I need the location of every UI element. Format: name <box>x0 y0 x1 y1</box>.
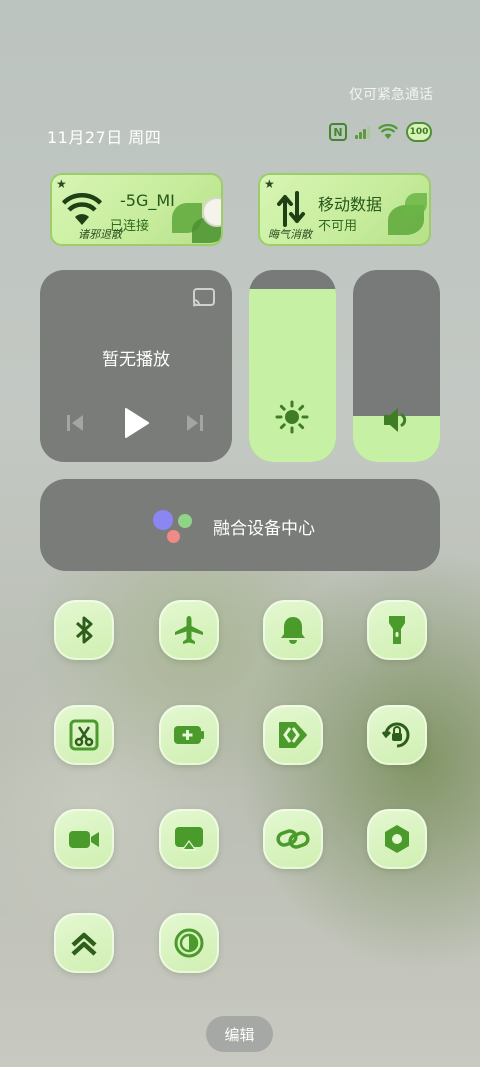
contrast-toggle[interactable] <box>159 913 219 973</box>
brightness-icon <box>275 400 309 434</box>
battery-saver-toggle[interactable] <box>159 705 219 765</box>
rotation-lock-icon <box>381 722 410 748</box>
mobile-data-name: 移动数据 <box>318 195 383 214</box>
previous-track-icon[interactable] <box>64 412 86 434</box>
video-icon <box>69 831 99 848</box>
emergency-call-text: 仅可紧急通话 <box>349 87 433 103</box>
bell-icon <box>281 617 305 644</box>
play-icon[interactable] <box>122 407 150 439</box>
airplane-icon <box>175 616 203 644</box>
screenshot-toggle[interactable] <box>54 705 114 765</box>
battery-saver-icon <box>174 726 204 744</box>
brightness-fill <box>249 289 336 462</box>
fusion-dot-pink <box>167 530 180 543</box>
brightness-slider[interactable] <box>249 270 336 462</box>
fusion-dot-green <box>178 514 192 528</box>
star-icon: ★ <box>264 177 275 191</box>
fusion-dot-purple <box>153 510 173 530</box>
bluetooth-toggle[interactable] <box>54 600 114 660</box>
contrast-icon <box>174 928 204 958</box>
wifi-caption: 诸邪退散 <box>78 228 122 241</box>
star-icon: ★ <box>56 177 67 191</box>
data-arrows-icon <box>277 191 305 227</box>
rotation-lock-toggle[interactable] <box>367 705 427 765</box>
flashlight-icon <box>389 616 405 644</box>
status-icons: N 100 <box>329 122 432 142</box>
link-toggle[interactable] <box>263 809 323 869</box>
screen-cast-toggle[interactable] <box>159 809 219 869</box>
media-title: 暂无播放 <box>102 350 170 370</box>
volume-icon <box>384 408 407 432</box>
mobile-data-caption: 晦气消散 <box>268 228 312 241</box>
settings-toggle[interactable] <box>367 809 427 869</box>
wifi-tile[interactable]: -5G_MI 已连接 诸邪退散 ★ <box>50 173 223 246</box>
date-text: 11月27日 周四 <box>47 128 162 147</box>
edit-button[interactable]: 编辑 <box>206 1016 273 1052</box>
signal-icon <box>355 125 370 139</box>
settings-hex-icon <box>385 825 409 853</box>
link-icon <box>276 829 310 849</box>
screenshot-icon <box>69 719 99 751</box>
media-player-card[interactable]: 暂无播放 <box>40 270 232 462</box>
screen-record-toggle[interactable] <box>54 809 114 869</box>
battery-indicator: 100 <box>406 122 432 142</box>
screen-cast-icon <box>175 827 203 851</box>
wifi-icon <box>62 193 102 225</box>
fusion-label: 融合设备中心 <box>213 519 315 539</box>
leaf-decoration <box>405 193 427 215</box>
wifi-name: -5G_MI <box>120 191 175 210</box>
chevrons-up-icon <box>71 932 97 956</box>
mobile-data-tile[interactable]: 移动数据 不可用 晦气消散 ★ <box>258 173 431 246</box>
nfc-icon: N <box>329 123 347 141</box>
speed-boost-toggle[interactable] <box>54 913 114 973</box>
forward-icon <box>279 722 307 748</box>
mobile-data-status: 不可用 <box>318 219 358 234</box>
share-toggle[interactable] <box>263 705 323 765</box>
fusion-device-center[interactable]: 融合设备中心 <box>40 479 440 571</box>
notification-toggle[interactable] <box>263 600 323 660</box>
cast-icon[interactable] <box>192 288 216 308</box>
volume-slider[interactable] <box>353 270 440 462</box>
next-track-icon[interactable] <box>184 412 206 434</box>
airplane-mode-toggle[interactable] <box>159 600 219 660</box>
wifi-status-icon <box>378 124 398 139</box>
bluetooth-icon <box>75 616 93 644</box>
flashlight-toggle[interactable] <box>367 600 427 660</box>
